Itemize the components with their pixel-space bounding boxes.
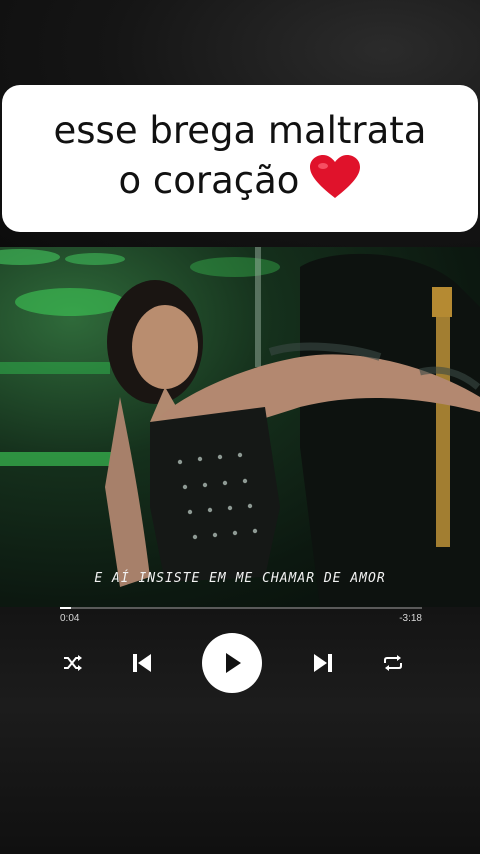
progress-fill	[60, 607, 71, 609]
concert-scene-image	[0, 247, 480, 607]
next-icon	[314, 654, 332, 672]
previous-button[interactable]	[128, 649, 156, 677]
music-player: 0:04 -3:18	[0, 607, 480, 854]
elapsed-time: 0:04	[60, 613, 80, 624]
repeat-icon	[384, 655, 402, 671]
video-frame[interactable]	[0, 247, 480, 607]
lyrics-subtitle: E AÍ INSISTE EM ME CHAMAR DE AMOR	[94, 571, 386, 586]
shuffle-icon	[64, 655, 82, 671]
heart-emoji-icon	[309, 154, 361, 211]
repeat-button[interactable]	[379, 650, 407, 676]
previous-icon	[133, 654, 151, 672]
shuffle-button[interactable]	[58, 651, 88, 675]
caption-line-2: o coração	[119, 154, 362, 211]
caption-line-1: esse brega maltrata	[53, 108, 427, 152]
play-icon	[226, 653, 241, 673]
caption-line-2-text: o coração	[118, 158, 300, 202]
remaining-time: -3:18	[399, 613, 422, 624]
progress-bar[interactable]	[60, 607, 422, 609]
caption-card: esse brega maltrata o coração	[2, 85, 478, 232]
next-button[interactable]	[309, 649, 337, 677]
play-button[interactable]	[202, 633, 262, 693]
